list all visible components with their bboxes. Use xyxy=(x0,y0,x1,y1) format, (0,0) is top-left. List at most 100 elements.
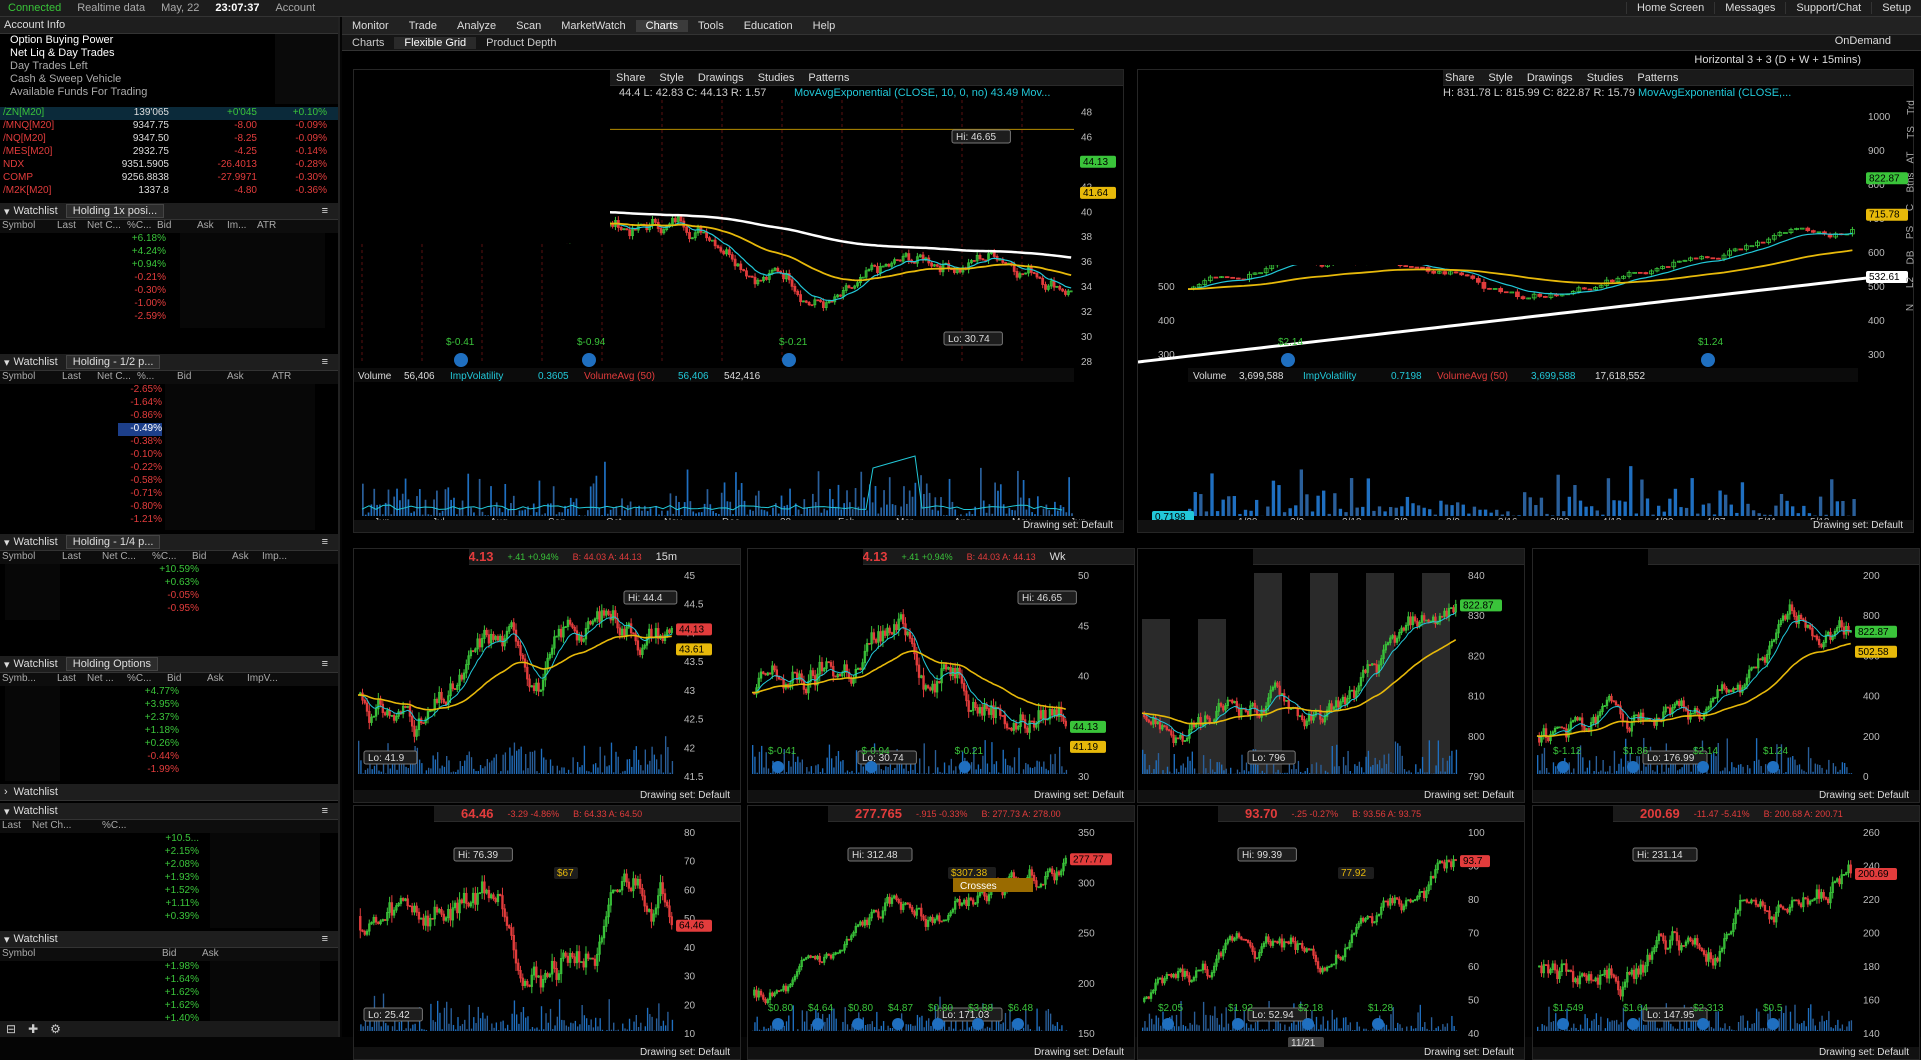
collapse-chevron-icon[interactable]: ▾ xyxy=(4,658,10,671)
menu-icon[interactable]: ≡ xyxy=(322,536,328,548)
column-header[interactable]: Ask xyxy=(205,673,245,686)
menu-icon[interactable]: ≡ xyxy=(322,205,328,217)
drawing-set-label[interactable]: Drawing set: Default xyxy=(354,520,1123,532)
column-header[interactable]: Ask xyxy=(225,371,270,384)
menu-analyze[interactable]: Analyze xyxy=(447,20,506,32)
menu-charts[interactable]: Charts xyxy=(636,20,688,32)
drawing-set-label[interactable]: Drawing set: Default xyxy=(1138,790,1524,802)
column-header[interactable]: Symbol xyxy=(0,551,60,564)
drawing-set-label[interactable]: Drawing set: Default xyxy=(1138,1047,1524,1059)
mini-chart-panel-4[interactable]: 2008006004002000822.87502.58Lo: 176.99$-… xyxy=(1532,548,1920,803)
menu-icon[interactable]: ≡ xyxy=(322,356,328,368)
column-header[interactable]: Bid xyxy=(155,220,195,233)
column-header[interactable]: Last xyxy=(60,371,95,384)
column-header[interactable]: Bid xyxy=(175,371,225,384)
side-tab-ts[interactable]: TS xyxy=(1906,126,1917,139)
column-header[interactable]: Im... xyxy=(225,220,255,233)
collapse-chevron-icon[interactable]: ▾ xyxy=(4,536,10,549)
column-header[interactable]: Net ... xyxy=(85,673,125,686)
menu-icon[interactable]: ≡ xyxy=(322,933,328,945)
column-header[interactable]: Bid xyxy=(160,948,200,961)
menu-icon[interactable]: ≡ xyxy=(322,805,328,817)
side-tab-at[interactable]: AT xyxy=(1905,151,1916,163)
side-tab-db[interactable]: DB xyxy=(1906,251,1917,265)
column-header[interactable]: Bid xyxy=(165,673,205,686)
menu-education[interactable]: Education xyxy=(734,20,803,32)
messages-link[interactable]: Messages xyxy=(1714,2,1785,14)
chart-panel-1[interactable]: ShareStyleDrawingsStudiesPatterns 44.4 L… xyxy=(353,69,1124,533)
side-tab-c[interactable]: C xyxy=(1905,204,1916,211)
side-tab-btns[interactable]: Btns xyxy=(1906,172,1917,192)
collapse-chevron-icon[interactable]: ▾ xyxy=(4,933,10,946)
subtab-charts[interactable]: Charts xyxy=(342,37,394,49)
watch3-dropdown[interactable]: Holding - 1/4 p... xyxy=(66,535,161,549)
collapse-icon[interactable]: ⊟ xyxy=(6,1022,16,1036)
column-header[interactable]: Symb... xyxy=(0,673,55,686)
column-header[interactable]: Net Ch... xyxy=(30,820,100,833)
column-header[interactable]: Ask xyxy=(230,551,260,564)
column-header[interactable]: Symbol xyxy=(0,220,55,233)
column-header[interactable]: Last xyxy=(55,673,85,686)
collapse-chevron-icon[interactable]: ▾ xyxy=(4,205,10,218)
column-header[interactable]: Symbol xyxy=(0,371,60,384)
column-header[interactable]: Bid xyxy=(190,551,230,564)
quote-row[interactable]: /MES[M20]2932.75-4.25-0.14% xyxy=(0,146,338,159)
quote-row[interactable]: /M2K[M20]1337.8-4.80-0.36% xyxy=(0,185,338,198)
menu-help[interactable]: Help xyxy=(803,20,846,32)
watch1-header[interactable]: ▾ WatchlistHolding 1x posi...≡ xyxy=(0,203,338,220)
watch2-header[interactable]: ▾ WatchlistHolding - 1/2 p...≡ xyxy=(0,354,338,371)
quote-row[interactable]: /NQ[M20]9347.50-8.25-0.09% xyxy=(0,133,338,146)
watch2-dropdown[interactable]: Holding - 1/2 p... xyxy=(66,355,161,369)
menu-scan[interactable]: Scan xyxy=(506,20,551,32)
setup-link[interactable]: Setup xyxy=(1871,2,1921,14)
support-chat-link[interactable]: Support/Chat xyxy=(1785,2,1871,14)
subtab-product-depth[interactable]: Product Depth xyxy=(476,37,566,49)
watch4-header[interactable]: ▾ WatchlistHolding Options≡ xyxy=(0,656,338,673)
mini-chart-panel-7[interactable]: 93.70-.25 -0.27%B: 93.56 A: 93.751009080… xyxy=(1137,805,1525,1060)
column-header[interactable]: Net C... xyxy=(85,220,125,233)
drawing-set-label[interactable]: Drawing set: Default xyxy=(748,1047,1134,1059)
quote-row[interactable]: COMP9256.8838-27.9971-0.30% xyxy=(0,172,338,185)
column-header[interactable]: Ask xyxy=(200,948,240,961)
mini-chart-panel-3[interactable]: 840830820810800790822.87Lo: 796Drawing s… xyxy=(1137,548,1525,803)
drawing-set-label[interactable]: Drawing set: Default xyxy=(1138,520,1913,532)
side-tab-n[interactable]: N xyxy=(1905,304,1916,311)
grid-layout-name[interactable]: Horizontal 3 + 3 (D + W + 15mins) xyxy=(1694,54,1861,66)
watch1-dropdown[interactable]: Holding 1x posi... xyxy=(66,204,164,218)
side-tab-l2[interactable]: L2 xyxy=(1906,277,1917,288)
mini-chart-panel-8[interactable]: 200.69-11.47 -5.41%B: 200.68 A: 200.7126… xyxy=(1532,805,1920,1060)
side-tab-ps[interactable]: PS xyxy=(1906,226,1917,239)
collapse-chevron-icon[interactable]: ▾ xyxy=(4,805,10,818)
quote-row[interactable]: /ZN[M20]139'065+0'045+0.10% xyxy=(0,107,338,120)
watch7-header[interactable]: ▾ Watchlist≡ xyxy=(0,931,338,948)
column-header[interactable]: Last xyxy=(0,820,30,833)
chart-panel-2[interactable]: ShareStyleDrawingsStudiesPatterns H: 831… xyxy=(1137,69,1914,533)
column-header[interactable]: %C... xyxy=(125,220,155,233)
menu-tools[interactable]: Tools xyxy=(688,20,734,32)
column-header[interactable]: %... xyxy=(135,371,175,384)
column-header[interactable]: Ask xyxy=(195,220,225,233)
side-tab-trd[interactable]: Trd xyxy=(1905,100,1916,115)
drawing-set-label[interactable]: Drawing set: Default xyxy=(748,790,1134,802)
menu-marketwatch[interactable]: MarketWatch xyxy=(551,20,635,32)
mini-chart-panel-2[interactable]: 44.13+.41 +0.94%B: 44.03 A: 44.13Wk50454… xyxy=(747,548,1135,803)
gear-icon[interactable]: ⚙ xyxy=(50,1022,61,1036)
drawing-set-label[interactable]: Drawing set: Default xyxy=(354,790,740,802)
watch4-dropdown[interactable]: Holding Options xyxy=(66,657,158,671)
add-icon[interactable]: ✚ xyxy=(28,1022,38,1036)
account-info-header[interactable]: Account Info xyxy=(0,17,338,34)
subtab-flexible-grid[interactable]: Flexible Grid xyxy=(394,37,476,49)
mini-chart-panel-1[interactable]: 44.13+.41 +0.94%B: 44.03 A: 44.1315m4544… xyxy=(353,548,741,803)
watch6-header[interactable]: ▾ Watchlist≡ xyxy=(0,803,338,820)
column-header[interactable]: ImpV... xyxy=(245,673,285,686)
column-header[interactable]: %C... xyxy=(100,820,140,833)
mini-chart-panel-6[interactable]: 277.765-.915 -0.33%B: 277.73 A: 278.0035… xyxy=(747,805,1135,1060)
column-header[interactable]: Last xyxy=(55,220,85,233)
watch3-header[interactable]: ▾ WatchlistHolding - 1/4 p...≡ xyxy=(0,534,338,551)
column-header[interactable]: Imp... xyxy=(260,551,300,564)
column-header[interactable]: ATR xyxy=(270,371,300,384)
watchlist-5-header[interactable]: › Watchlist xyxy=(0,784,338,801)
mini-chart-panel-5[interactable]: 64.46-3.29 -4.86%B: 64.33 A: 64.50807060… xyxy=(353,805,741,1060)
column-header[interactable]: Symbol xyxy=(0,948,160,961)
account-label[interactable]: Account xyxy=(267,2,323,14)
